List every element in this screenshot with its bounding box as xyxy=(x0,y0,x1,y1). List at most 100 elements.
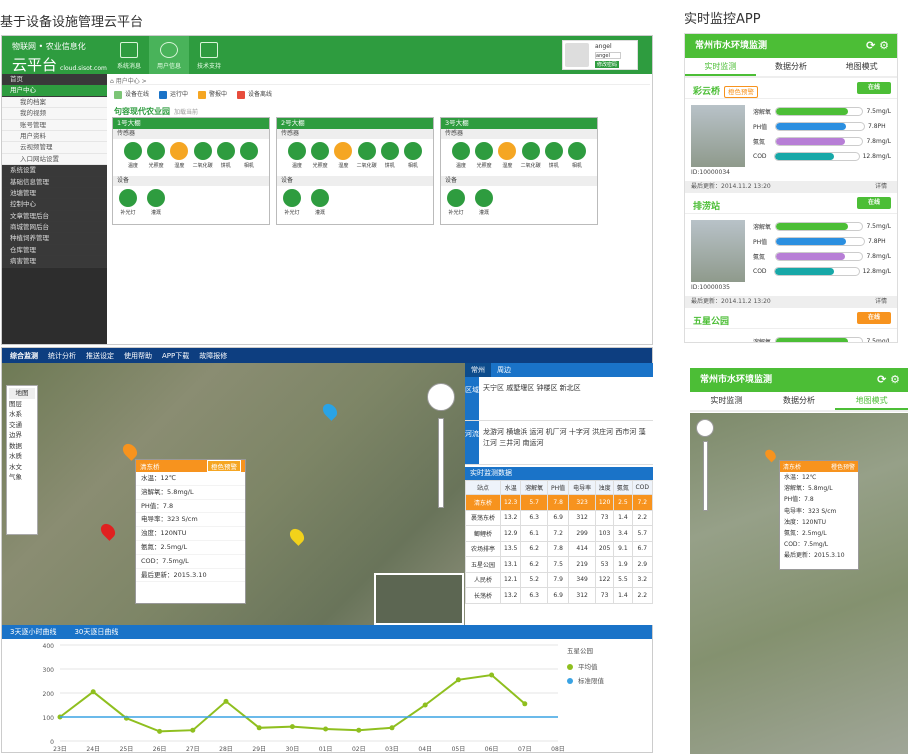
app-zoom-slider[interactable] xyxy=(703,441,708,511)
app-tab-0[interactable]: 实时监测 xyxy=(690,392,763,410)
table-row[interactable]: 农场排亭 13.5 6.2 7.8 414 205 9.1 6.7 xyxy=(464,540,654,557)
app-map-pin[interactable] xyxy=(763,447,778,463)
sidebar-item-1[interactable]: 用户中心 xyxy=(2,85,107,97)
map-pin-red[interactable] xyxy=(98,521,118,541)
data-point[interactable] xyxy=(455,677,461,683)
layer-item[interactable]: 水系 xyxy=(9,409,35,420)
data-point[interactable] xyxy=(256,725,262,731)
nav-system-messages[interactable]: 系统消息 xyxy=(109,36,149,74)
refresh-and-settings-icons-2[interactable]: ⟳ ⚙ xyxy=(877,368,900,392)
map-pin-blue[interactable] xyxy=(320,401,340,421)
data-point[interactable] xyxy=(356,727,362,733)
sensor-1[interactable]: 光照度 xyxy=(474,142,494,174)
table-row[interactable]: 五星公园 13.1 6.2 7.5 219 53 1.9 2.9 xyxy=(464,556,654,573)
monitor-nav-0[interactable]: 综合监测 xyxy=(10,351,38,361)
detail-link[interactable]: 详情 xyxy=(875,296,887,308)
change-password-button[interactable]: 修改密码 xyxy=(595,61,620,68)
farm-hint[interactable]: 加载当前 xyxy=(174,109,198,116)
app-tab-1[interactable]: 数据分析 xyxy=(763,392,836,410)
sensor-4[interactable]: 饼机 xyxy=(544,142,564,174)
sensor-2[interactable]: 湿度 xyxy=(169,142,189,174)
app-tab-2[interactable]: 地图模式 xyxy=(826,58,897,76)
monitor-nav-2[interactable]: 推送设定 xyxy=(86,351,114,361)
river-list[interactable]: 龙游河 横塘浜 运河 机厂河 十字河 洪庄河 西市河 藻江河 三井河 南运河 xyxy=(479,421,653,464)
device-0[interactable]: 补光灯 xyxy=(117,189,139,216)
sensor-4[interactable]: 饼机 xyxy=(216,142,236,174)
device-0[interactable]: 补光灯 xyxy=(281,189,303,216)
layer-item[interactable]: 图层 xyxy=(9,399,35,410)
sensor-0[interactable]: 温度 xyxy=(287,142,307,174)
data-point[interactable] xyxy=(489,672,495,678)
sensor-3[interactable]: 二氧化碳 xyxy=(357,142,377,174)
data-point[interactable] xyxy=(157,728,163,734)
sidebar-item-14[interactable]: 种植饲养管理 xyxy=(2,233,107,245)
layer-item[interactable]: 交通 xyxy=(9,420,35,431)
map-pin-orange[interactable] xyxy=(120,441,140,461)
app-tab-0[interactable]: 实时监测 xyxy=(685,58,756,76)
sidebar-item-9[interactable]: 基础信息管理 xyxy=(2,176,107,188)
map-pin-yellow[interactable] xyxy=(287,526,307,546)
device-1[interactable]: 灌溉 xyxy=(145,189,167,216)
chart-tab-1[interactable]: 30天逐日曲线 xyxy=(74,627,118,637)
layer-item[interactable]: 气象 xyxy=(9,472,35,483)
data-point[interactable] xyxy=(422,702,428,708)
station-header[interactable]: 排涝站 在线 xyxy=(685,193,897,213)
sidebar-item-8[interactable]: 系统设置 xyxy=(2,165,107,177)
sensor-5[interactable]: 相机 xyxy=(403,142,423,174)
refresh-and-settings-icons[interactable]: ⟳ ⚙ xyxy=(866,34,889,58)
sensor-3[interactable]: 二氧化碳 xyxy=(521,142,541,174)
station-header[interactable]: 彩云桥 橙色预警 在线 xyxy=(685,78,897,98)
sensor-3[interactable]: 二氧化碳 xyxy=(193,142,213,174)
sensor-1[interactable]: 光照度 xyxy=(146,142,166,174)
sidebar-item-13[interactable]: 商城管网后台 xyxy=(2,222,107,234)
monitor-nav-4[interactable]: APP下载 xyxy=(162,351,189,361)
sensor-2[interactable]: 湿度 xyxy=(333,142,353,174)
avatar[interactable] xyxy=(565,43,589,67)
info-tab[interactable]: 常州 xyxy=(465,363,491,377)
station-card[interactable]: 溶解氧 7.5mg/L PH值 7.8PH 氨氮 7.8mg/L COD 12.8mg/L ID… xyxy=(685,98,897,193)
zoom-slider[interactable] xyxy=(438,418,444,508)
sidebar-item-16[interactable]: 病害管理 xyxy=(2,256,107,268)
chart-tab-0[interactable]: 3天逐小时曲线 xyxy=(10,627,56,637)
compass-icon[interactable] xyxy=(427,383,455,411)
data-point[interactable] xyxy=(223,698,229,704)
app-compass-icon[interactable] xyxy=(696,419,714,437)
sidebar-item-4[interactable]: 账号管理 xyxy=(2,119,107,131)
sensor-4[interactable]: 饼机 xyxy=(380,142,400,174)
data-point[interactable] xyxy=(323,726,329,732)
sidebar-item-3[interactable]: 我的视频 xyxy=(2,108,107,120)
info-tab[interactable]: 周边 xyxy=(491,363,517,377)
monitor-nav-5[interactable]: 故障报修 xyxy=(199,351,227,361)
nav-tech-support[interactable]: 技术支持 xyxy=(189,36,229,74)
sensor-5[interactable]: 相机 xyxy=(239,142,259,174)
sidebar-item-5[interactable]: 用户资料 xyxy=(2,130,107,143)
device-1[interactable]: 灌溉 xyxy=(473,189,495,216)
app-tab-1[interactable]: 数据分析 xyxy=(756,58,827,76)
sensor-0[interactable]: 温度 xyxy=(123,142,143,174)
layer-item[interactable]: 数据 xyxy=(9,441,35,452)
data-point[interactable] xyxy=(289,724,295,730)
layer-item[interactable]: 边界 xyxy=(9,430,35,441)
nav-user-info[interactable]: 用户信息 xyxy=(149,36,189,74)
sidebar-item-2[interactable]: 我的档案 xyxy=(2,96,107,109)
app-tab-2[interactable]: 地图模式 xyxy=(835,392,908,410)
sidebar-item-6[interactable]: 云视频管理 xyxy=(2,142,107,154)
breadcrumb-user-center[interactable]: 用户中心 > xyxy=(116,78,147,85)
monitor-nav-3[interactable]: 使用帮助 xyxy=(124,351,152,361)
sidebar-item-15[interactable]: 仓库管理 xyxy=(2,244,107,257)
sidebar-item-12[interactable]: 文章管理后台 xyxy=(2,210,107,223)
overview-minimap[interactable] xyxy=(374,573,464,625)
layer-item[interactable]: 水文 xyxy=(9,462,35,473)
station-card[interactable]: 溶解氧 7.5mg/L xyxy=(685,328,897,342)
sensor-1[interactable]: 光照度 xyxy=(310,142,330,174)
device-1[interactable]: 灌溉 xyxy=(309,189,331,216)
data-point[interactable] xyxy=(389,725,395,731)
station-header[interactable]: 五星公园 在线 xyxy=(685,308,897,328)
data-point[interactable] xyxy=(90,689,96,695)
station-card[interactable]: 溶解氧 7.5mg/L PH值 7.8PH 氨氮 7.8mg/L COD 12.8mg/L ID… xyxy=(685,213,897,308)
table-row[interactable]: 长荡桥 13.2 6.3 6.9 312 73 1.4 2.2 xyxy=(464,587,654,604)
layer-title[interactable]: 地图 xyxy=(9,388,35,399)
monitor-nav-1[interactable]: 统计分析 xyxy=(48,351,76,361)
table-row[interactable]: 鲫鲤桥 12.9 6.1 7.2 299 103 3.4 5.7 xyxy=(464,525,654,542)
data-point[interactable] xyxy=(522,701,528,707)
